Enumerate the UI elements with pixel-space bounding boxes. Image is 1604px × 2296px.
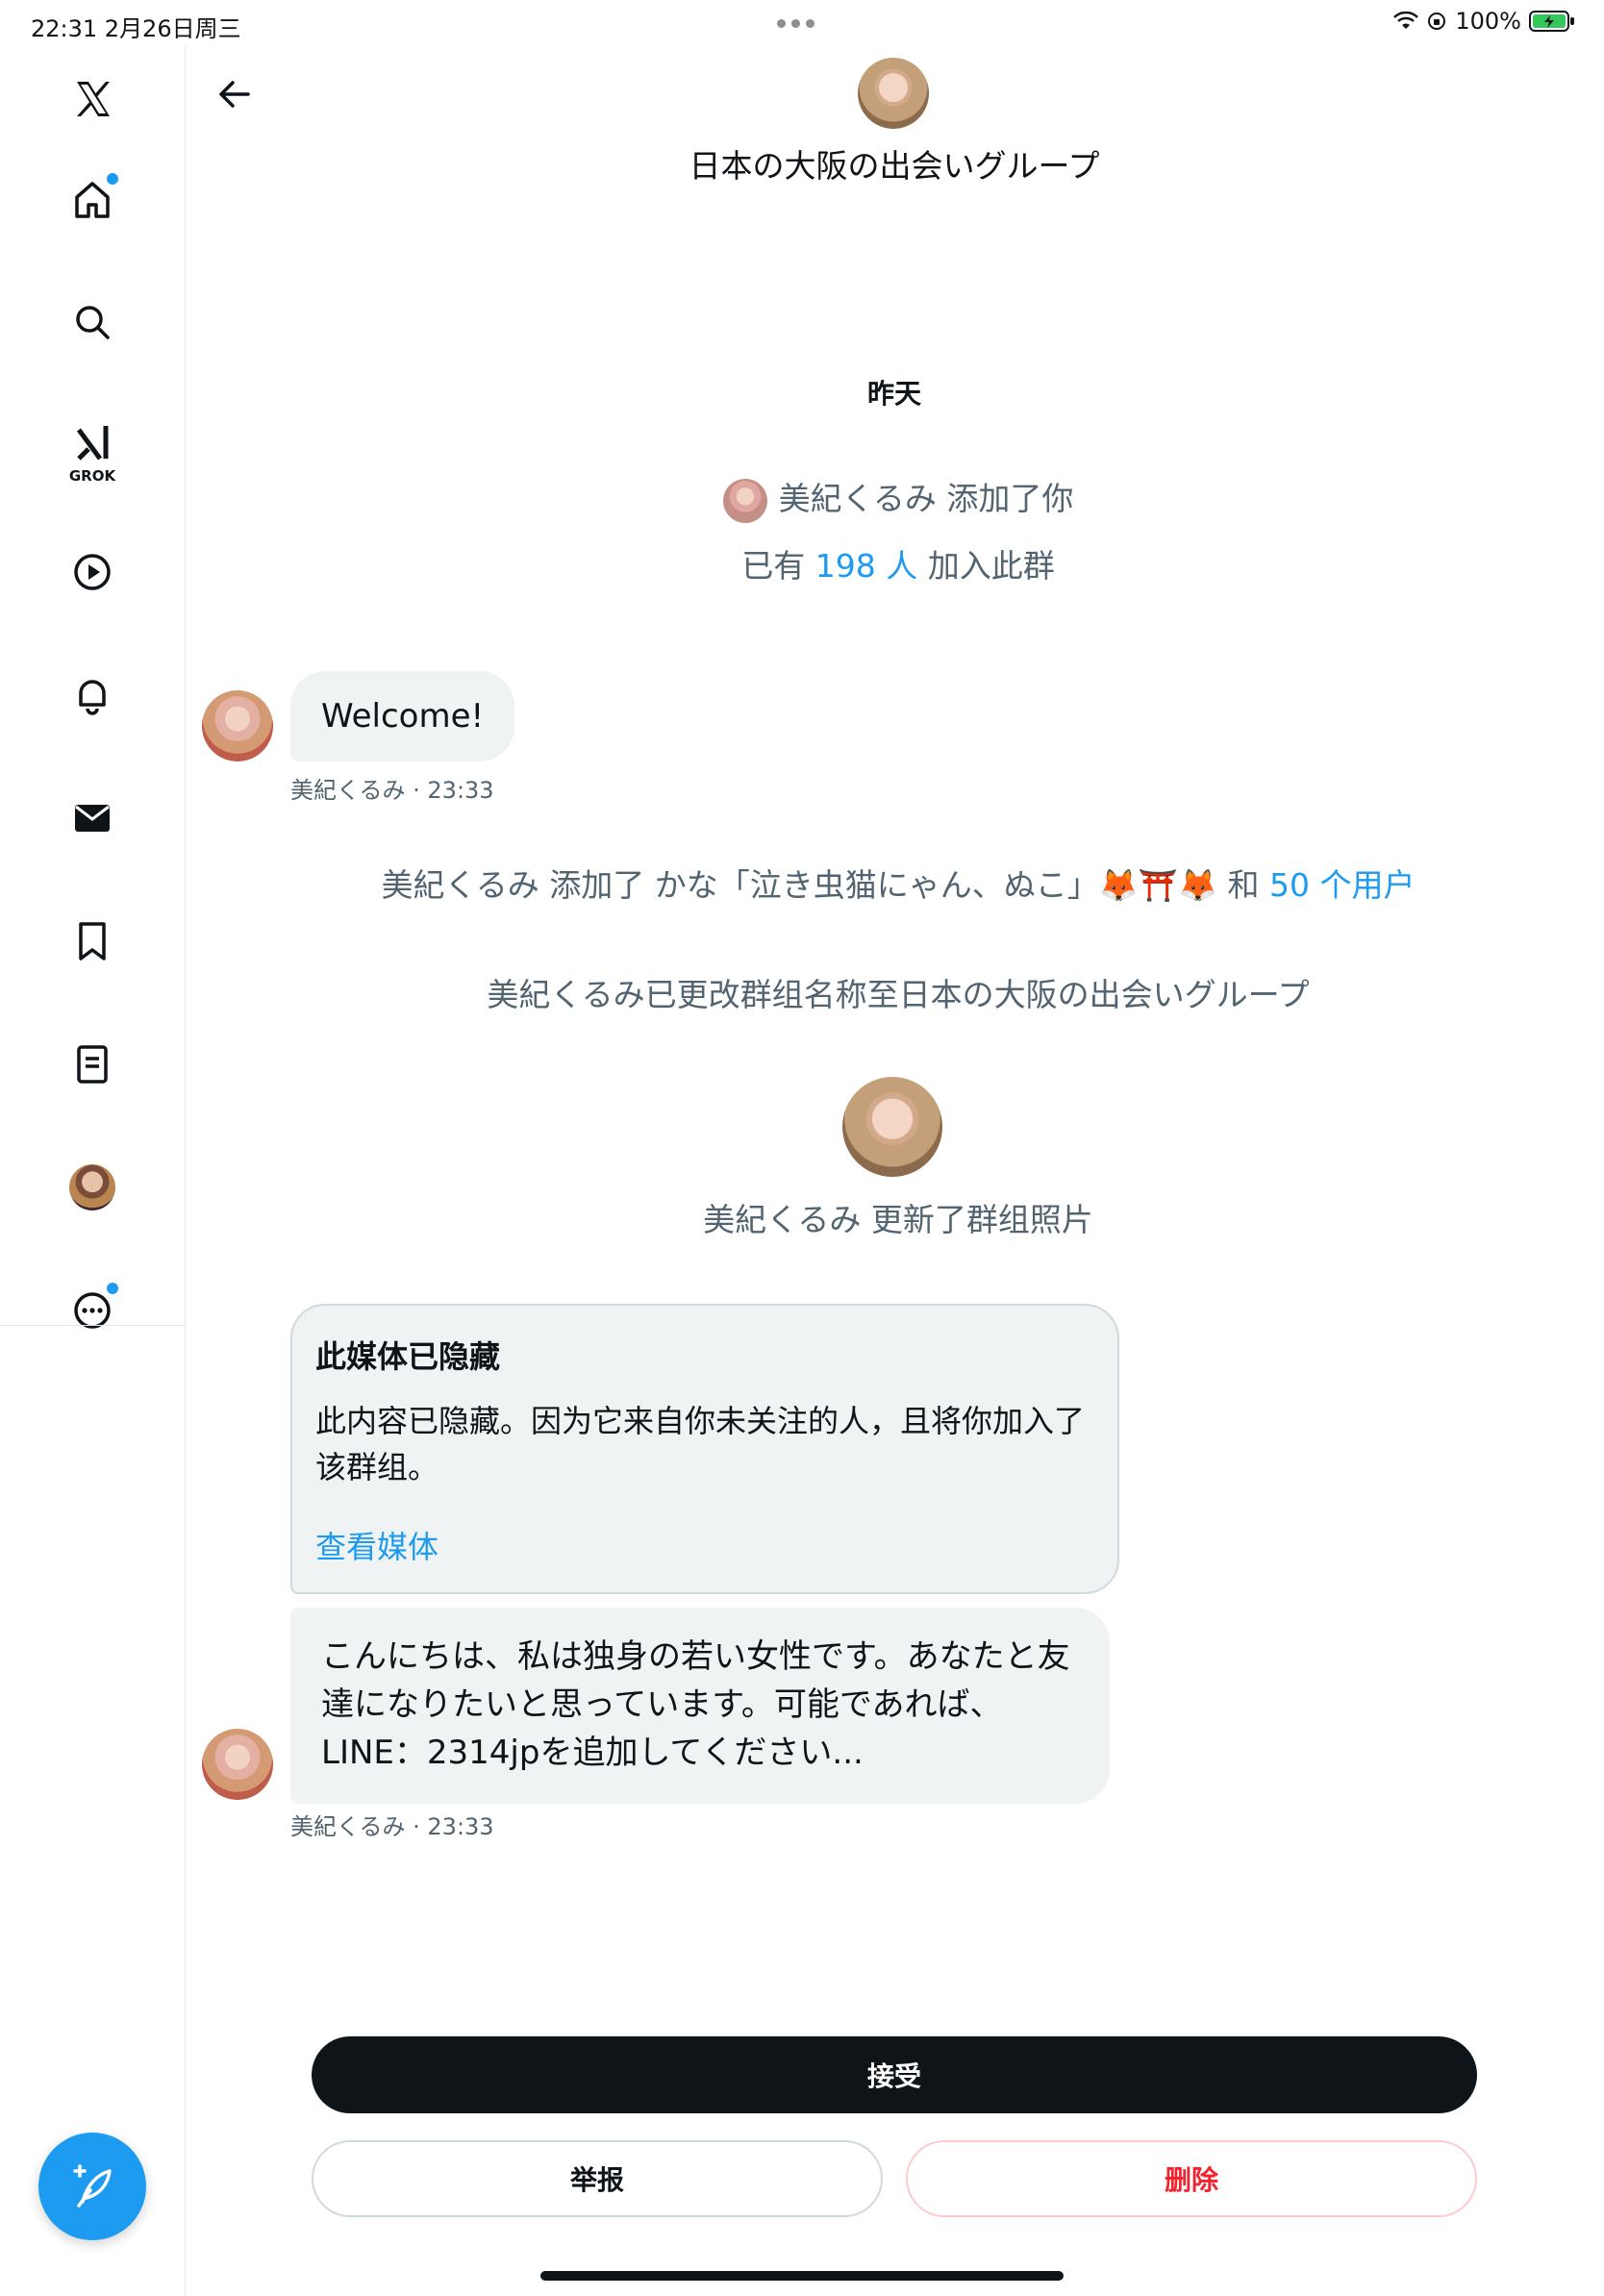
home-indicator[interactable] (540, 2271, 1064, 2281)
bookmark-icon (79, 922, 106, 961)
members-notice: 已有 198 人 加入此群 (192, 540, 1604, 586)
orientation-lock-icon (1428, 12, 1446, 30)
status-time: 22:31 2月26日周三 (31, 15, 241, 42)
accept-button[interactable]: 接受 (312, 2036, 1477, 2113)
view-media-link[interactable]: 查看媒体 (315, 1523, 439, 1567)
messages-icon (75, 805, 110, 832)
members-prefix: 已有 (741, 547, 815, 585)
sidebar-item-more[interactable] (59, 1277, 126, 1344)
added-you-text: 美紀くるみ 添加了你 (778, 480, 1074, 517)
video-icon (74, 554, 111, 590)
more-badge (105, 1281, 120, 1296)
sidebar-item-profile[interactable] (59, 1154, 126, 1221)
sender-avatar[interactable] (202, 690, 273, 761)
hidden-media-title: 此媒体已隐藏 (315, 1338, 501, 1375)
sidebar-item-lists[interactable] (59, 1031, 126, 1098)
added-you-notice: 美紀くるみ 添加了你 (192, 473, 1604, 523)
renamed-notice: 美紀くるみ已更改群组名称至日本の大阪の出会いグループ (487, 976, 1310, 1013)
delete-button[interactable]: 删除 (906, 2140, 1477, 2217)
notifications-icon (79, 680, 106, 715)
message-bubble[interactable]: こんにちは、私は独身の若い女性です。あなたと友達になりたいと思っています。可能で… (290, 1608, 1110, 1804)
back-arrow-icon (219, 81, 250, 108)
sender-avatar[interactable] (202, 1729, 273, 1800)
x-logo-icon[interactable] (59, 65, 126, 133)
members-suffix: 加入此群 (917, 547, 1055, 585)
status-right: 100% (1393, 8, 1575, 35)
sidebar-item-bookmarks[interactable] (59, 908, 126, 975)
hidden-media-card: 此媒体已隐藏 此内容已隐藏。因为它来自你未关注的人，且将你加入了该群组。 查看媒… (290, 1304, 1119, 1594)
message-bubble[interactable]: Welcome! (290, 671, 515, 761)
battery-percent: 100% (1455, 8, 1521, 35)
lists-icon (77, 1045, 108, 1084)
back-button[interactable] (210, 69, 260, 119)
inviter-avatar[interactable] (722, 478, 767, 523)
photo-updated-notice: 美紀くるみ 更新了群组照片 (703, 1201, 1093, 1238)
multitask-dots-icon[interactable] (777, 19, 815, 28)
profile-avatar (69, 1164, 115, 1210)
added-users-text: 美紀くるみ 添加了 かな「泣き虫猫にゃん、ぬこ」🦊⛩️🦊 和 (381, 866, 1270, 904)
search-icon (76, 306, 110, 339)
home-badge (105, 171, 120, 187)
added-users-link[interactable]: 50 个用户 (1269, 866, 1415, 904)
day-separator: 昨天 (866, 378, 921, 410)
grok-icon (76, 426, 109, 461)
added-users-notice: 美紀くるみ 添加了 かな「泣き虫猫にゃん、ぬこ」🦊⛩️🦊 和 50 个用户 (192, 860, 1604, 906)
page-title[interactable]: 日本の大阪の出会いグループ (577, 140, 1212, 187)
report-button[interactable]: 举报 (312, 2140, 883, 2217)
status-bar: 22:31 2月26日周三 100% (0, 0, 1604, 46)
sidebar-item-grok[interactable]: GROK (59, 412, 126, 488)
sidebar-item-messages[interactable] (59, 785, 126, 852)
sidebar-item-notifications[interactable] (59, 661, 126, 729)
wifi-icon (1393, 12, 1419, 29)
compose-icon (73, 2164, 112, 2208)
group-avatar[interactable] (858, 58, 929, 129)
group-photo[interactable] (842, 1077, 942, 1177)
message-meta: 美紀くるみ · 23:33 (290, 777, 494, 804)
sidebar-nav: GROK (0, 46, 186, 2296)
sidebar-divider (0, 1325, 185, 1326)
compose-button[interactable] (38, 2133, 146, 2240)
sidebar-item-video[interactable] (59, 538, 126, 606)
message-meta: 美紀くるみ · 23:33 (290, 1813, 494, 1840)
grok-label: GROK (68, 467, 116, 485)
battery-charging-icon (1529, 11, 1574, 32)
sidebar-item-home[interactable] (59, 165, 126, 233)
hidden-media-body: 此内容已隐藏。因为它来自你未关注的人，且将你加入了该群组。 (315, 1403, 1086, 1485)
sidebar-item-search[interactable] (59, 288, 126, 356)
members-link[interactable]: 198 人 (815, 547, 917, 585)
